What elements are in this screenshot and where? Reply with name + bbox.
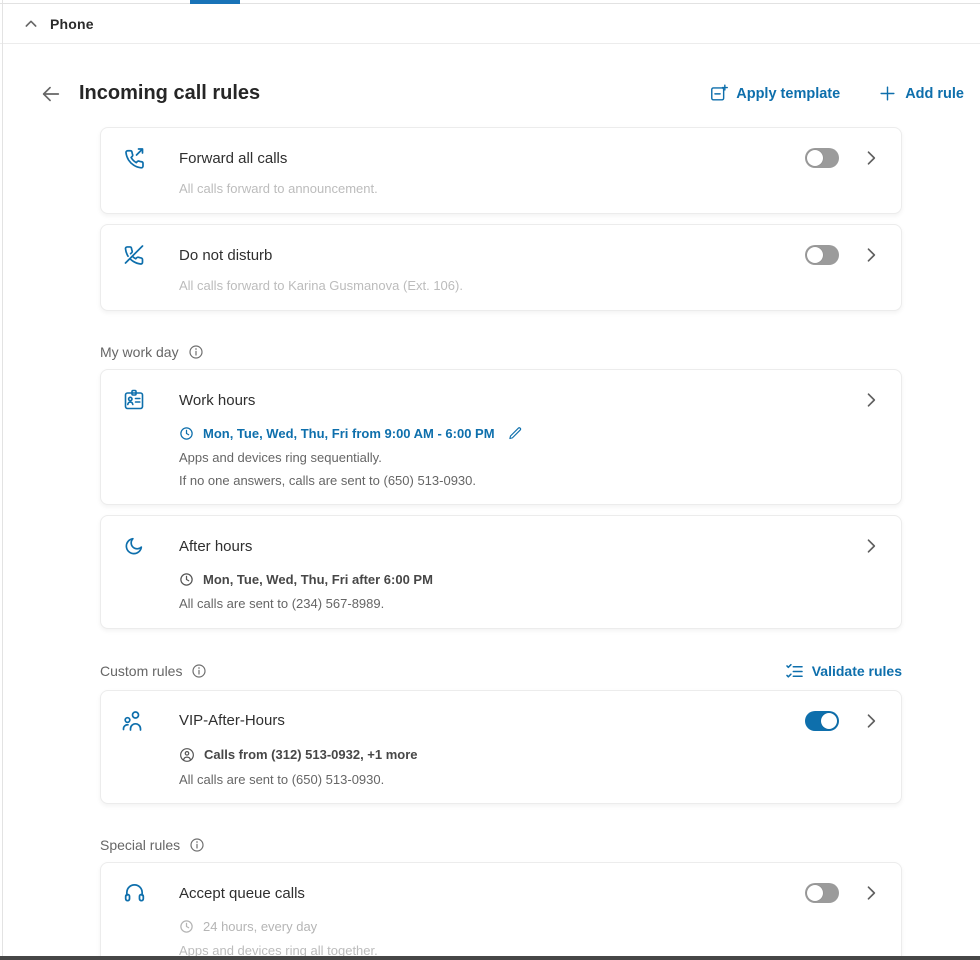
rule-title: Work hours	[179, 392, 255, 409]
rule-subtitle: All calls forward to Karina Gusmanova (E…	[179, 278, 881, 293]
validate-rules-button[interactable]: Validate rules	[785, 662, 902, 681]
caller-icon	[179, 747, 195, 763]
apply-template-label: Apply template	[736, 86, 840, 102]
clock-icon	[179, 572, 194, 587]
headset-icon	[121, 880, 147, 906]
rule-title: After hours	[179, 538, 252, 555]
page-title: Incoming call rules	[79, 82, 260, 105]
rule-description: If no one answers, calls are sent to (65…	[179, 472, 881, 490]
page-header: Incoming call rules Apply template Add r…	[0, 82, 980, 105]
work-hours-schedule: Mon, Tue, Wed, Thu, Fri from 9:00 AM - 6…	[203, 426, 495, 441]
chevron-right-icon[interactable]	[861, 148, 881, 168]
edit-icon[interactable]	[508, 426, 523, 441]
info-icon[interactable]	[191, 663, 207, 679]
section-custom-rules: Custom rules Validate rules	[100, 662, 902, 681]
rule-title: Accept queue calls	[179, 885, 305, 902]
badge-icon	[121, 387, 147, 413]
rule-card-work-hours[interactable]: Work hours Mon, Tue, Wed, Thu, Fri from …	[100, 369, 902, 505]
do-not-disturb-toggle[interactable]	[805, 245, 839, 265]
rule-card-accept-queue-calls[interactable]: Accept queue calls 24 hours, every day A…	[100, 862, 902, 960]
chevron-right-icon[interactable]	[861, 245, 881, 265]
accept-queue-calls-toggle[interactable]	[805, 883, 839, 903]
contacts-icon	[121, 708, 147, 734]
rule-description: All calls are sent to (234) 567-8989.	[179, 595, 881, 613]
add-rule-label: Add rule	[905, 86, 964, 102]
clock-icon	[179, 919, 194, 934]
rule-description: All calls are sent to (650) 513-0930.	[179, 771, 881, 789]
chevron-right-icon[interactable]	[861, 390, 881, 410]
clock-icon	[179, 426, 194, 441]
panel-left-border	[2, 0, 3, 960]
apply-template-icon	[709, 84, 728, 103]
phone-off-icon	[121, 242, 147, 268]
info-icon[interactable]	[189, 837, 205, 853]
window-bottom-edge	[0, 956, 980, 960]
accept-queue-schedule: 24 hours, every day	[203, 919, 317, 934]
moon-icon	[121, 533, 147, 559]
phone-section-label: Phone	[50, 16, 94, 32]
rule-subtitle: All calls forward to announcement.	[179, 181, 881, 196]
toggle-knob	[807, 247, 823, 263]
vip-after-hours-toggle[interactable]	[805, 711, 839, 731]
incoming-call-rules-page: Phone Incoming call rules Apply template…	[0, 0, 980, 960]
phone-forward-icon	[121, 145, 147, 171]
chevron-up-icon[interactable]	[23, 16, 39, 32]
section-my-work-day: My work day	[100, 344, 902, 360]
rule-title: VIP-After-Hours	[179, 712, 285, 729]
chevron-right-icon[interactable]	[861, 883, 881, 903]
rule-card-after-hours[interactable]: After hours Mon, Tue, Wed, Thu, Fri afte…	[100, 515, 902, 629]
back-button[interactable]	[40, 83, 62, 105]
tab-strip	[0, 0, 980, 4]
vip-callers: Calls from (312) 513-0932, +1 more	[204, 747, 418, 762]
section-special-rules: Special rules	[100, 837, 902, 853]
validate-rules-label: Validate rules	[812, 663, 902, 679]
checklist-icon	[785, 662, 804, 681]
rule-title: Do not disturb	[179, 247, 272, 264]
plus-icon	[878, 84, 897, 103]
section-label: My work day	[100, 344, 179, 360]
rule-card-do-not-disturb[interactable]: Do not disturb All calls forward to Kari…	[100, 224, 902, 311]
rule-title: Forward all calls	[179, 150, 287, 167]
toggle-knob	[807, 885, 823, 901]
toggle-knob	[821, 713, 837, 729]
rule-card-vip-after-hours[interactable]: VIP-After-Hours Calls from (312) 513-093…	[100, 690, 902, 805]
section-label: Custom rules	[100, 663, 182, 679]
after-hours-schedule: Mon, Tue, Wed, Thu, Fri after 6:00 PM	[203, 572, 433, 587]
info-icon[interactable]	[188, 344, 204, 360]
rule-description: Apps and devices ring sequentially.	[179, 449, 881, 467]
phone-section-header[interactable]: Phone	[0, 4, 980, 44]
forward-all-calls-toggle[interactable]	[805, 148, 839, 168]
chevron-right-icon[interactable]	[861, 711, 881, 731]
rule-card-forward-all-calls[interactable]: Forward all calls All calls forward to a…	[100, 127, 902, 214]
apply-template-button[interactable]: Apply template	[709, 84, 840, 103]
rules-list: Forward all calls All calls forward to a…	[100, 127, 902, 960]
toggle-knob	[807, 150, 823, 166]
add-rule-button[interactable]: Add rule	[878, 84, 964, 103]
section-label: Special rules	[100, 837, 180, 853]
active-tab-indicator	[190, 0, 240, 4]
chevron-right-icon[interactable]	[861, 536, 881, 556]
